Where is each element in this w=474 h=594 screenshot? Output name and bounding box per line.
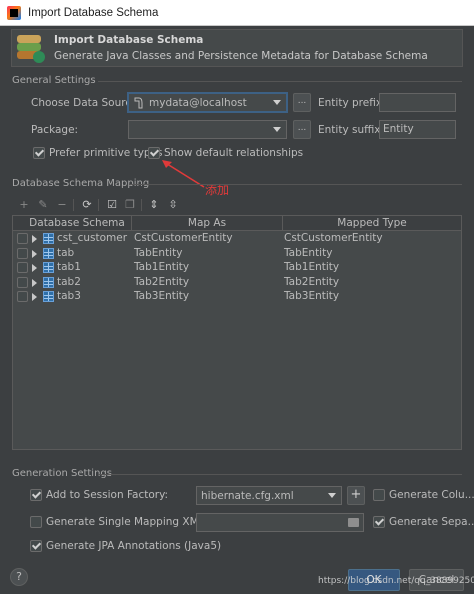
- toolbar-separator: [98, 199, 99, 211]
- table-icon: [43, 262, 54, 274]
- generate-columns-checkbox[interactable]: [373, 489, 385, 501]
- single-mapping-xml-checkbox[interactable]: [30, 516, 42, 528]
- generate-jpa-annotations-label: Generate JPA Annotations (Java5): [46, 540, 222, 552]
- table-row[interactable]: tab2 Tab2Entity Tab2Entity: [13, 275, 461, 290]
- generate-separate-label: Generate Sepa...: [389, 516, 474, 528]
- table-icon: [43, 291, 54, 303]
- table-icon: [43, 233, 54, 244]
- expand-all-icon[interactable]: ⇕: [147, 198, 161, 212]
- toolbar-separator: [73, 199, 74, 211]
- window-title: Import Database Schema: [28, 6, 159, 19]
- session-factory-combo[interactable]: hibernate.cfg.xml: [196, 486, 342, 505]
- mapped-type-value[interactable]: CstCustomerEntity: [284, 231, 383, 246]
- table-row[interactable]: tab1 Tab1Entity Tab1Entity: [13, 260, 461, 275]
- expand-arrow-icon[interactable]: [32, 293, 37, 302]
- mapped-type-value[interactable]: TabEntity: [284, 246, 332, 261]
- single-mapping-xml-label: Generate Single Mapping XML:: [46, 516, 209, 528]
- entity-suffix-label: Entity suffix:: [318, 124, 385, 136]
- generate-columns-label: Generate Colu...: [389, 489, 474, 501]
- row-checkbox[interactable]: [17, 233, 28, 244]
- section-divider: [98, 474, 462, 475]
- map-as-value[interactable]: CstCustomerEntity: [134, 231, 233, 246]
- table-icon: [43, 276, 54, 288]
- help-button[interactable]: ?: [10, 568, 28, 586]
- map-as-value[interactable]: Tab2Entity: [134, 275, 189, 290]
- map-as-value[interactable]: Tab3Entity: [134, 289, 189, 304]
- generation-settings-label: Generation Settings: [12, 468, 112, 479]
- check-all-icon[interactable]: ☑: [105, 198, 119, 212]
- datasource-icon: [133, 97, 145, 109]
- mapped-type-value[interactable]: Tab3Entity: [284, 289, 339, 304]
- schema-mapping-table: Database Schema Map As Mapped Type cst_c…: [12, 215, 462, 450]
- column-header-map-as[interactable]: Map As: [132, 216, 283, 231]
- schema-name: tab1: [57, 261, 81, 274]
- column-header-database-schema[interactable]: Database Schema: [13, 216, 132, 231]
- session-factory-value: hibernate.cfg.xml: [201, 489, 294, 502]
- chevron-down-icon: [273, 100, 281, 105]
- remove-icon[interactable]: −: [55, 198, 69, 212]
- section-divider: [129, 184, 462, 185]
- refresh-icon[interactable]: ⟳: [80, 198, 94, 212]
- column-header-mapped-type[interactable]: Mapped Type: [283, 216, 461, 231]
- expand-arrow-icon[interactable]: [32, 235, 37, 243]
- expand-arrow-icon[interactable]: [32, 249, 37, 258]
- entity-prefix-field[interactable]: [379, 93, 456, 112]
- single-mapping-xml-field[interactable]: [196, 513, 364, 532]
- entity-prefix-label: Entity prefix:: [318, 97, 386, 109]
- expand-arrow-icon[interactable]: [32, 264, 37, 273]
- package-label: Package:: [31, 124, 79, 136]
- table-icon: [43, 247, 54, 259]
- database-schema-icon: [15, 33, 45, 63]
- general-settings-label: General Settings: [12, 75, 96, 86]
- add-icon[interactable]: +: [17, 198, 31, 212]
- schema-name: tab: [57, 246, 75, 259]
- schema-name: tab3: [57, 290, 81, 303]
- schema-name: tab2: [57, 275, 81, 288]
- add-session-factory-button[interactable]: +: [347, 486, 365, 505]
- row-checkbox[interactable]: [17, 262, 28, 274]
- section-divider: [98, 81, 462, 82]
- add-session-factory-label: Add to Session Factory:: [46, 489, 169, 501]
- table-row[interactable]: cst_customer CstCustomerEntity CstCustom…: [13, 231, 461, 246]
- map-as-value[interactable]: TabEntity: [134, 246, 182, 261]
- generate-jpa-annotations-checkbox[interactable]: [30, 540, 42, 552]
- show-default-relationships-checkbox[interactable]: [148, 147, 160, 159]
- dialog-banner: Import Database Schema Generate Java Cla…: [11, 29, 463, 67]
- row-checkbox[interactable]: [17, 247, 28, 259]
- datasource-browse-button[interactable]: ...: [293, 93, 311, 112]
- chevron-down-icon: [328, 493, 336, 498]
- generate-separate-checkbox[interactable]: [373, 516, 385, 528]
- row-checkbox[interactable]: [17, 276, 28, 288]
- toolbar-separator: [141, 199, 142, 211]
- mapped-type-value[interactable]: Tab1Entity: [284, 260, 339, 275]
- table-row[interactable]: tab3 Tab3Entity Tab3Entity: [13, 289, 461, 304]
- table-header: Database Schema Map As Mapped Type: [13, 216, 461, 231]
- banner-title: Import Database Schema: [54, 34, 204, 46]
- datasource-combo[interactable]: mydata@localhost: [128, 93, 287, 112]
- chevron-down-icon: [273, 127, 281, 132]
- map-as-value[interactable]: Tab1Entity: [134, 260, 189, 275]
- entity-suffix-field[interactable]: Entity: [379, 120, 456, 139]
- schema-name: cst_customer: [57, 232, 128, 244]
- table-row[interactable]: tab TabEntity TabEntity: [13, 246, 461, 261]
- prefer-primitive-label: Prefer primitive types: [49, 147, 163, 159]
- edit-icon[interactable]: ✎: [36, 198, 50, 212]
- package-browse-button[interactable]: ...: [293, 120, 311, 139]
- add-session-factory-checkbox[interactable]: [30, 489, 42, 501]
- datasource-label: Choose Data Source:: [31, 97, 142, 109]
- datasource-value: mydata@localhost: [149, 96, 247, 109]
- prefer-primitive-checkbox[interactable]: [33, 147, 45, 159]
- watermark-text: https://blog.csdn.net/qq_38899250: [318, 576, 474, 586]
- annotation-arrow-icon: [162, 160, 205, 188]
- banner-subtitle: Generate Java Classes and Persistence Me…: [54, 50, 428, 62]
- copy-icon[interactable]: ❐: [123, 198, 137, 212]
- package-combo[interactable]: [128, 120, 287, 139]
- mapped-type-value[interactable]: Tab2Entity: [284, 275, 339, 290]
- expand-arrow-icon[interactable]: [32, 278, 37, 287]
- title-bar: Import Database Schema: [0, 0, 474, 26]
- collapse-all-icon[interactable]: ⇳: [166, 198, 180, 212]
- row-checkbox[interactable]: [17, 291, 28, 303]
- folder-icon[interactable]: [348, 518, 359, 527]
- intellij-app-icon: [7, 5, 21, 20]
